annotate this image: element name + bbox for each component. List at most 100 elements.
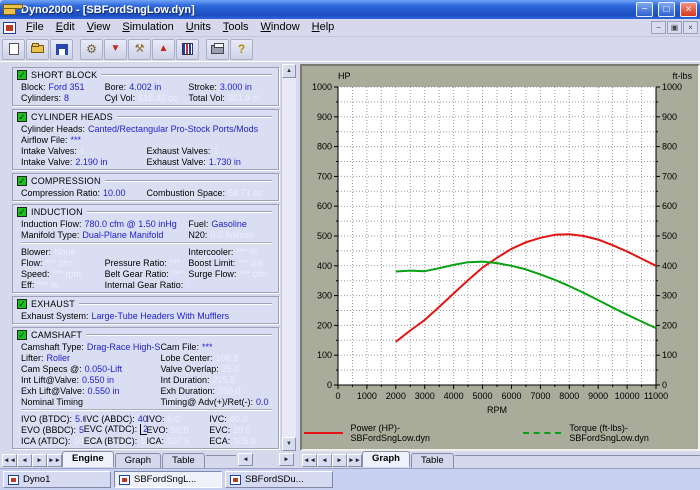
taskbar-button-sbfordsngl[interactable]: SBFordSngL... <box>114 471 222 488</box>
field-value[interactable]: 1 <box>213 146 218 156</box>
taskbar-button-sbfordsdu[interactable]: SBFordSDu... <box>225 471 333 488</box>
field-value[interactable]: 1.730 in <box>209 157 241 167</box>
field-value[interactable]: *** rpm <box>53 269 82 279</box>
field-value[interactable]: Roller <box>47 353 71 363</box>
mdi-minimize-button[interactable]: − <box>651 21 666 34</box>
menu-view[interactable]: View <box>81 20 117 35</box>
new-file-button[interactable] <box>2 39 25 60</box>
tab-first-icon[interactable]: ◄◄ <box>2 454 17 467</box>
mdi-restore-button[interactable]: ▣ <box>667 21 682 34</box>
compression-checkbox[interactable]: ✓ <box>17 176 27 186</box>
engine-tab-table[interactable]: Table <box>162 453 205 468</box>
graph-tab-table[interactable]: Table <box>411 453 454 468</box>
engine-tab-graph[interactable]: Graph <box>115 453 161 468</box>
field-value[interactable]: Drag-Race High-Speed <box>87 342 161 352</box>
field-value[interactable]: 0.050-Lift <box>85 364 123 374</box>
field-value[interactable]: 1 <box>80 146 85 156</box>
field-value[interactable]: 68.71 cc <box>228 188 262 198</box>
short-block-checkbox[interactable]: ✓ <box>17 70 27 80</box>
field-value[interactable]: 301.9 ci <box>228 93 260 103</box>
field-value[interactable]: *** cfm <box>46 258 74 268</box>
close-button[interactable]: × <box>680 2 697 17</box>
scroll-down-icon[interactable]: ▼ <box>282 437 296 451</box>
maximize-button[interactable]: □ <box>658 2 675 17</box>
field-value[interactable]: Gasoline <box>211 219 247 229</box>
hscroll-right-icon[interactable]: ► <box>279 453 294 466</box>
document-icon[interactable] <box>3 22 16 34</box>
engine-tab-engine[interactable]: Engine <box>62 451 114 467</box>
tab-next-icon[interactable]: ► <box>32 454 47 467</box>
field-value[interactable]: *** % <box>37 280 58 290</box>
field-value[interactable]: 250.0 <box>218 386 241 396</box>
field-value[interactable]: 3.000 in <box>220 82 252 92</box>
field-value[interactable]: 40.0 <box>230 414 248 424</box>
tab-last-icon[interactable]: ►► <box>47 454 62 467</box>
field-value[interactable]: *** <box>202 342 213 352</box>
field-value[interactable]: 10.00 <box>103 188 126 198</box>
field-value[interactable]: 2.190 in <box>75 157 107 167</box>
graph-tab-graph[interactable]: Graph <box>362 451 410 467</box>
field-value[interactable]: 0.0 lbs/min <box>210 230 254 240</box>
menu-file[interactable]: File <box>20 20 50 35</box>
vertical-scrollbar[interactable]: ▲ ▼ <box>281 64 296 451</box>
field-value[interactable]: 0.550 in <box>88 386 120 396</box>
print-button[interactable] <box>206 39 229 60</box>
field-value[interactable]: 50.0 <box>171 425 189 435</box>
field-value[interactable]: 618.40 cc <box>138 93 177 103</box>
field-value[interactable]: None <box>54 247 76 257</box>
menu-window[interactable]: Window <box>255 20 306 35</box>
field-value[interactable]: 5.0 <box>75 414 84 424</box>
field-value[interactable]: *** <box>170 258 181 268</box>
field-value[interactable]: 8 <box>64 93 69 103</box>
camshaft-tool-button[interactable]: ⚒ <box>128 39 151 60</box>
menu-units[interactable]: Units <box>180 20 217 35</box>
valve-button[interactable]: ▼ <box>104 39 127 60</box>
field-value[interactable]: Ford 351 <box>49 82 85 92</box>
field-value[interactable]: 0.550 in <box>82 375 114 385</box>
field-value[interactable]: *** % <box>236 247 257 257</box>
field-value[interactable]: 780.0 cfm @ 1.50 inHg <box>85 219 177 229</box>
field-value[interactable]: 106.3 <box>215 353 238 363</box>
tab-prev-icon[interactable]: ◄ <box>17 454 32 467</box>
field-value[interactable]: Dual-Plane Manifold <box>82 230 163 240</box>
minimize-button[interactable]: − <box>636 2 653 17</box>
dyno-test-button[interactable] <box>176 39 199 60</box>
field-value[interactable]: *** <box>172 269 183 279</box>
mdi-close-button[interactable]: × <box>683 21 698 34</box>
field-value[interactable]: 4.002 in <box>129 82 161 92</box>
menu-tools[interactable]: Tools <box>217 20 255 35</box>
field-value[interactable]: 105.0 <box>233 436 256 446</box>
field-value[interactable]: 107.5 <box>73 436 83 446</box>
cylinder-heads-checkbox[interactable]: ✓ <box>17 112 27 122</box>
taskbar-button-dyno1[interactable]: Dyno1 <box>3 471 111 488</box>
menu-help[interactable]: Help <box>306 20 341 35</box>
field-value[interactable]: *** cfm <box>239 269 267 279</box>
field-value[interactable]: 0.0 <box>256 397 269 407</box>
engine-wheel-button[interactable]: ⚙ <box>80 39 103 60</box>
exhaust-checkbox[interactable]: ✓ <box>17 299 27 309</box>
field-value[interactable]: *** psi <box>238 258 263 268</box>
field-value[interactable]: 225.0 <box>212 375 235 385</box>
scroll-up-icon[interactable]: ▲ <box>282 64 296 78</box>
menu-edit[interactable]: Edit <box>50 20 81 35</box>
hscroll-left-icon[interactable]: ◄ <box>238 453 253 466</box>
menu-simulation[interactable]: Simulation <box>116 20 179 35</box>
field-value[interactable]: Canted/Rectangular Pro-Stock Ports/Mods <box>88 124 258 134</box>
field-value[interactable]: Large-Tube Headers With Mufflers <box>92 311 230 321</box>
open-file-button[interactable] <box>26 39 49 60</box>
camshaft-checkbox[interactable]: ✓ <box>17 330 27 340</box>
field-value[interactable]: 20.0 <box>233 425 251 435</box>
gtab-next-icon[interactable]: ► <box>332 454 347 467</box>
field-value[interactable]: 107.5 <box>167 436 190 446</box>
gtab-first-icon[interactable]: ◄◄ <box>302 454 317 467</box>
gtab-last-icon[interactable]: ►► <box>347 454 362 467</box>
field-value[interactable]: *** <box>186 280 188 290</box>
field-value[interactable]: 25.0 <box>222 364 240 374</box>
save-file-button[interactable] <box>50 39 73 60</box>
field-value[interactable]: 5.0 <box>168 414 181 424</box>
induction-carb-button[interactable]: ▲ <box>152 39 175 60</box>
help-button[interactable]: ? <box>230 39 253 60</box>
induction-checkbox[interactable]: ✓ <box>17 207 27 217</box>
field-value[interactable]: 40.0 <box>138 414 147 424</box>
gtab-prev-icon[interactable]: ◄ <box>317 454 332 467</box>
